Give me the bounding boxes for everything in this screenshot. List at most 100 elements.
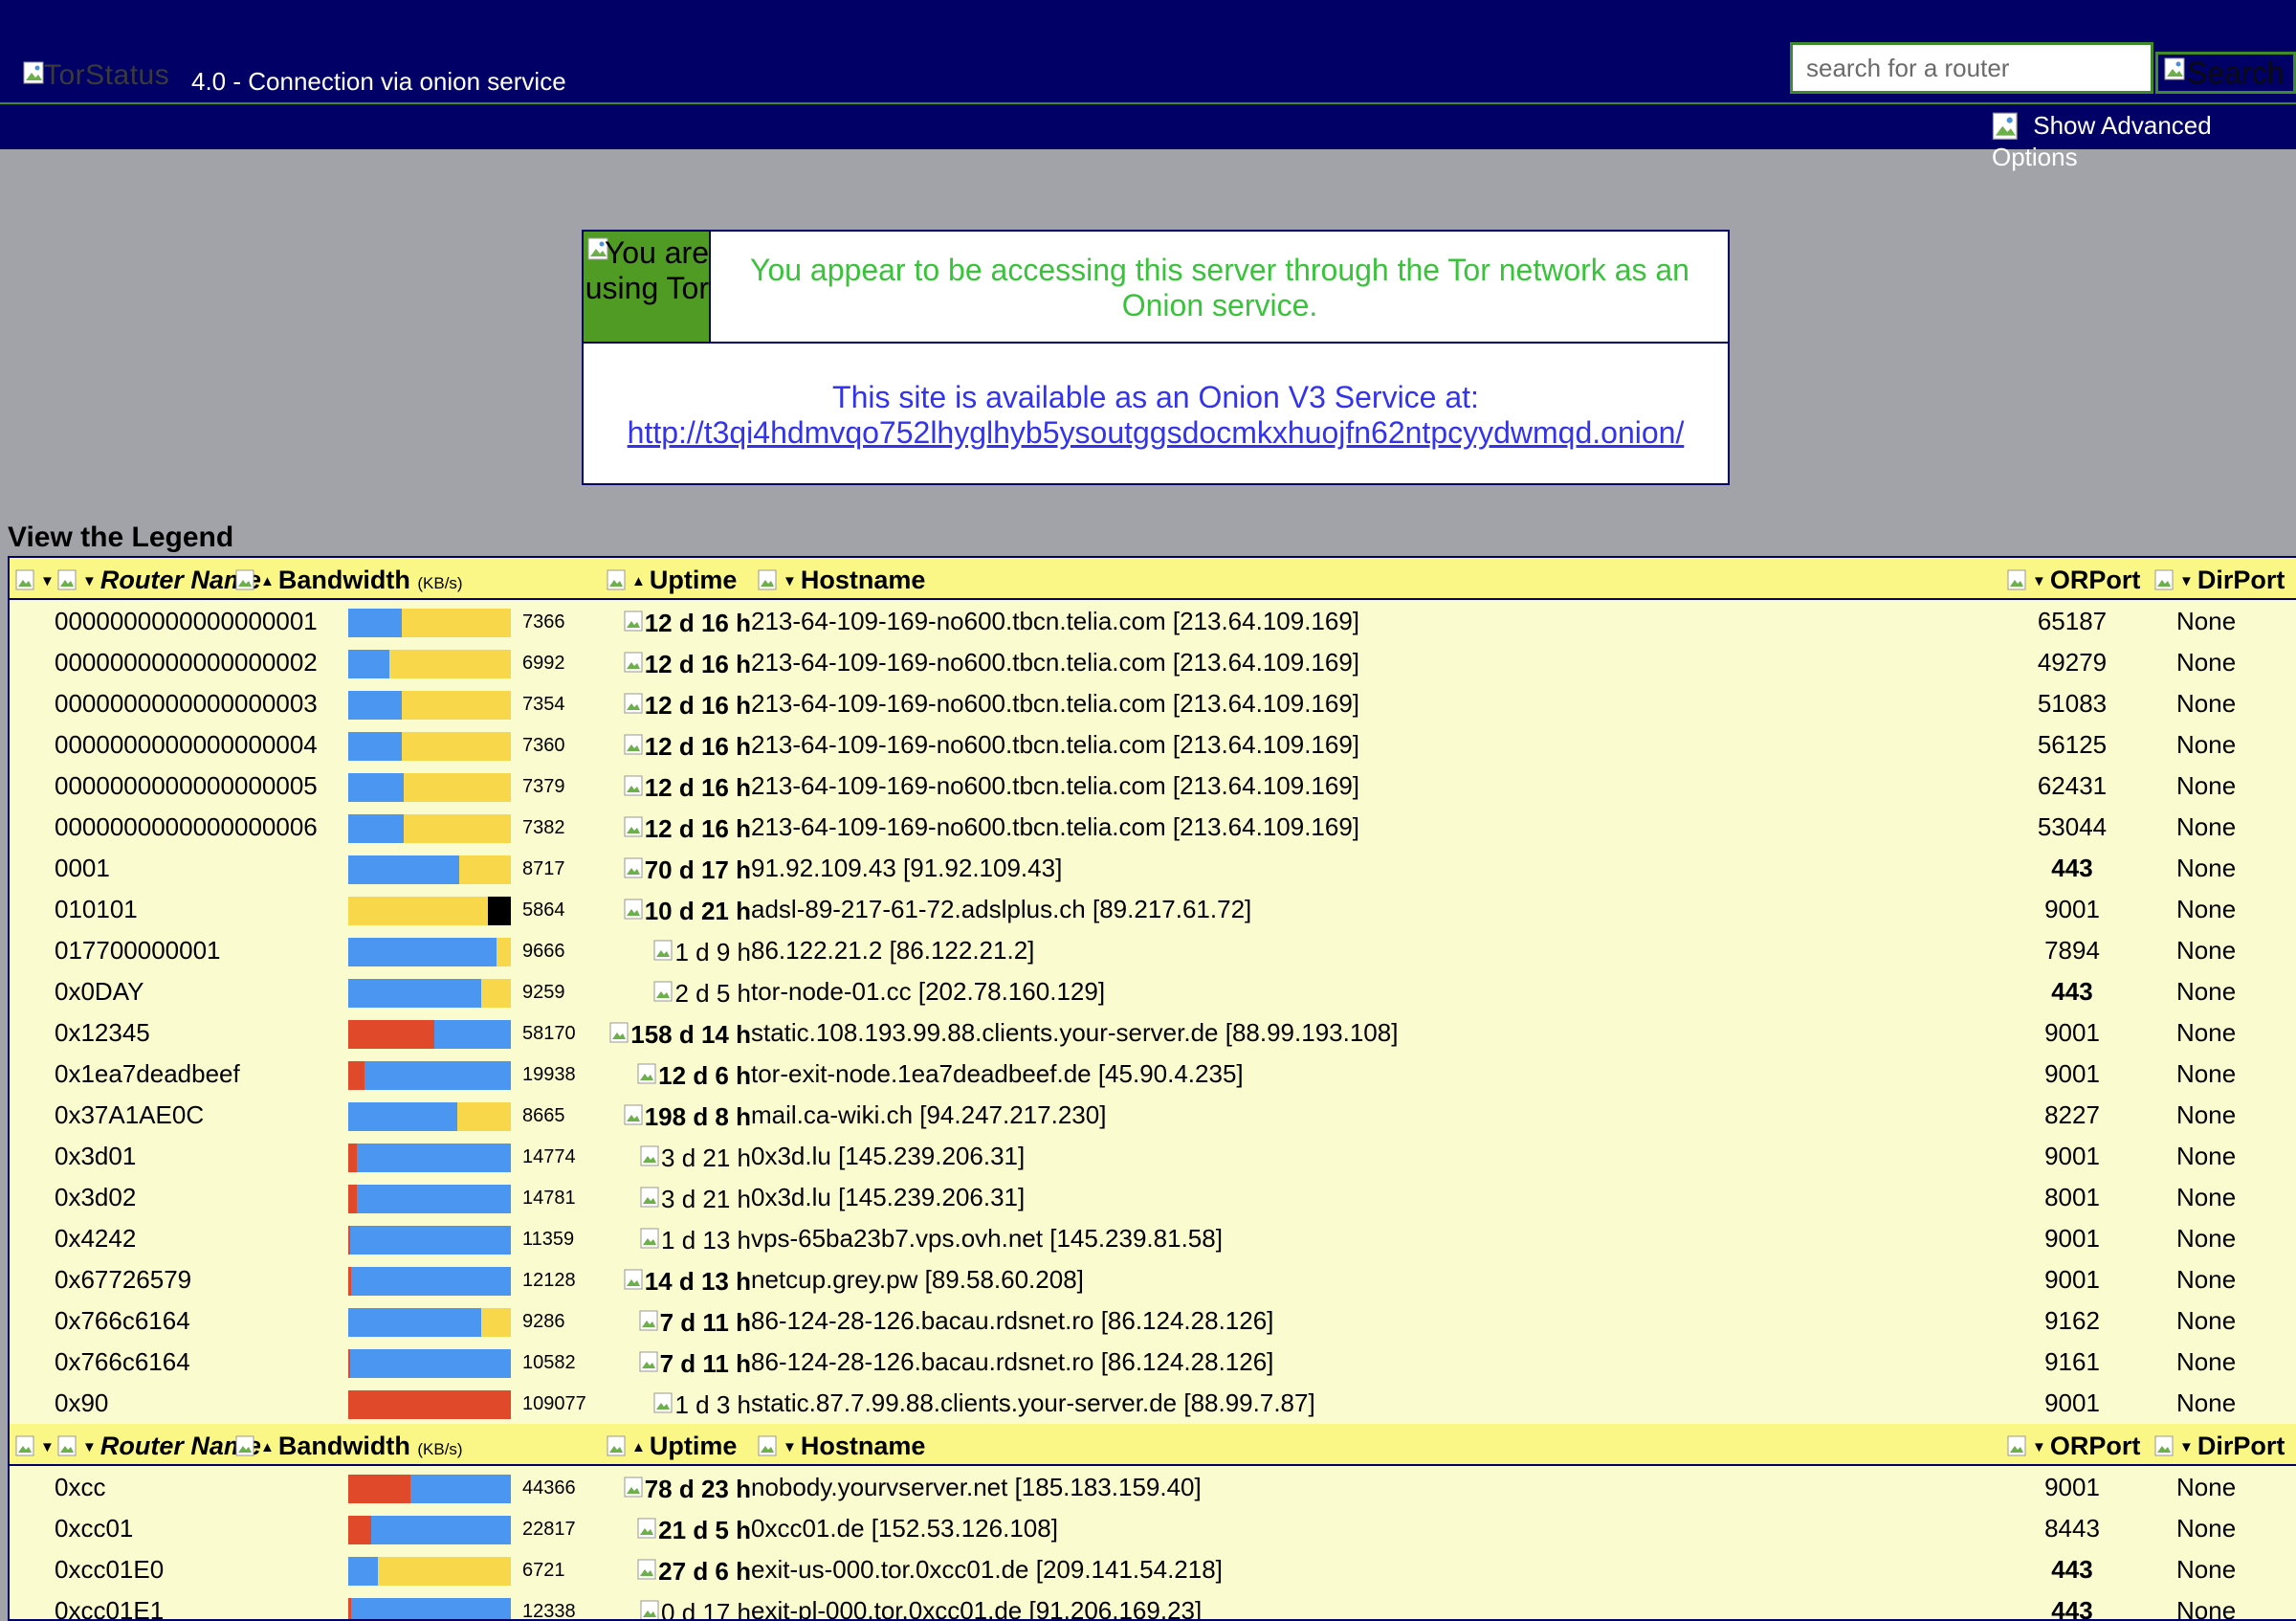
router-row: 0x3d01 14774 3 d 21 h 0x3d.lu [145.239.2… [10, 1135, 2296, 1176]
router-name-link[interactable]: 0x766c6164 [55, 1306, 190, 1336]
hostname-header[interactable]: ▼ Hostname [758, 566, 925, 595]
hostname-value: tor-node-01.cc [202.78.160.129] [751, 977, 1106, 1006]
site-tagline: 4.0 - Connection via onion service [191, 67, 566, 96]
uptime-cell: 12 d 16 h [624, 732, 751, 762]
hostname-header[interactable]: ▼ Hostname [758, 1432, 925, 1461]
dirport-value: None [2176, 936, 2237, 965]
search-button[interactable]: Search [2155, 52, 2296, 94]
router-name-link[interactable]: 0000000000000000001 [55, 607, 318, 636]
dirport-value: None [2176, 812, 2237, 841]
router-name-link[interactable]: 0xcc [55, 1473, 105, 1502]
bandwidth-header[interactable]: ▲ Bandwidth (KB/s) [235, 1432, 463, 1461]
orport-header[interactable]: ▼ ORPort [2007, 566, 2140, 595]
bar-segment-blue [348, 609, 403, 637]
router-search-input[interactable] [1790, 42, 2153, 94]
tor-icon-alt-text: You are using Tor [585, 235, 709, 305]
router-name-link[interactable]: 0x67726579 [55, 1265, 191, 1295]
dirport-value: None [2176, 771, 2237, 800]
uptime-header[interactable]: ▲ Uptime [607, 566, 737, 595]
orport-header[interactable]: ▼ ORPort [2007, 1432, 2140, 1461]
torstatus-logo[interactable]: TorStatus [23, 59, 169, 98]
broken-image-icon [2164, 57, 2185, 80]
router-name-link[interactable]: 0x90 [55, 1388, 108, 1418]
router-row: 0x37A1AE0C 8665 198 d 8 h mail.ca-wiki.c… [10, 1094, 2296, 1135]
hostname-value: static.87.7.99.88.clients.your-server.de… [751, 1388, 1315, 1417]
bar-segment-blue [348, 1102, 457, 1131]
router-name-link[interactable]: 0x0DAY [55, 977, 144, 1007]
bar-segment-blue [348, 773, 404, 802]
bar-segment-yellow [481, 1308, 511, 1337]
hostname-value: netcup.grey.pw [89.58.60.208] [751, 1265, 1084, 1294]
hostname-value: 86-124-28-126.bacau.rdsnet.ro [86.124.28… [751, 1306, 1274, 1335]
bar-segment-yellow [456, 1102, 511, 1131]
dirport-value: None [2176, 895, 2237, 923]
bar-segment-blue [364, 1061, 511, 1090]
router-name-link[interactable]: 0xcc01E1 [55, 1596, 164, 1619]
bar-segment-yellow [348, 897, 489, 925]
router-name-link[interactable]: 0001 [55, 854, 110, 883]
bandwidth-value: 11359 [522, 1229, 575, 1250]
dirport-header[interactable]: ▼ DirPort [2154, 1432, 2285, 1461]
router-row: 0xcc01E1 12338 0 d 17 h exit-pl-000.tor.… [10, 1589, 2296, 1619]
onion-url-link[interactable]: http://t3qi4hdmvqo752lhyglhyb5ysoutggsdo… [628, 415, 1685, 450]
bandwidth-value: 5864 [522, 899, 565, 921]
bandwidth-value: 19938 [522, 1064, 576, 1085]
router-name-header[interactable]: ▼ Router Name [57, 566, 261, 595]
dirport-value: None [2176, 1555, 2237, 1584]
uptime-status-icon [624, 1477, 643, 1498]
dirport-value: None [2176, 1142, 2237, 1170]
uptime-cell: 7 d 11 h [639, 1308, 751, 1338]
router-row: 0x766c6164 9286 7 d 11 h 86-124-28-126.b… [10, 1299, 2296, 1341]
router-name-link[interactable]: 0x766c6164 [55, 1347, 190, 1377]
view-legend-link[interactable]: View the Legend [8, 522, 233, 554]
router-name-link[interactable]: 0000000000000000005 [55, 771, 318, 801]
sort-icon [2154, 569, 2174, 590]
router-name-link[interactable]: 0xcc01E0 [55, 1555, 164, 1585]
router-name-link[interactable]: 0x1ea7deadbeef [55, 1059, 240, 1089]
dirport-value: None [2176, 854, 2237, 882]
router-name-link[interactable]: 0000000000000000004 [55, 730, 318, 760]
show-advanced-options-link[interactable]: Show Advanced Options [1992, 111, 2296, 172]
router-name-link[interactable]: 0000000000000000002 [55, 648, 318, 677]
bandwidth-value: 6992 [522, 653, 565, 674]
bandwidth-bar [348, 814, 511, 843]
router-name-link[interactable]: 0x3d01 [55, 1142, 136, 1171]
flag-sort-control[interactable]: ▼ [15, 566, 58, 595]
uptime-status-icon [640, 1145, 659, 1166]
bandwidth-bar [348, 1226, 511, 1255]
dirport-value: None [2176, 1265, 2237, 1294]
bandwidth-header[interactable]: ▲ Bandwidth (KB/s) [235, 566, 463, 595]
sort-icon [758, 569, 777, 590]
router-name-link[interactable]: 0x37A1AE0C [55, 1100, 204, 1130]
uptime-status-icon [624, 611, 643, 632]
router-name-link[interactable]: 0000000000000000006 [55, 812, 318, 842]
router-name-link[interactable]: 0x12345 [55, 1018, 150, 1048]
bandwidth-bar [348, 1557, 511, 1586]
dirport-header[interactable]: ▼ DirPort [2154, 566, 2285, 595]
sort-up-icon: ▲ [260, 573, 275, 589]
bandwidth-bar [348, 1185, 511, 1213]
orport-value: 49279 [2037, 648, 2108, 677]
router-row: 0x3d02 14781 3 d 21 h 0x3d.lu [145.239.2… [10, 1176, 2296, 1217]
bandwidth-unit: (KB/s) [417, 1440, 463, 1458]
router-name-link[interactable]: 0x3d02 [55, 1183, 136, 1212]
router-name-header[interactable]: ▼ Router Name [57, 1432, 261, 1461]
router-row: 010101 5864 10 d 21 h adsl-89-217-61-72.… [10, 888, 2296, 929]
uptime-header[interactable]: ▲ Uptime [607, 1432, 737, 1461]
bandwidth-bar [348, 1061, 511, 1090]
router-name-link[interactable]: 0x4242 [55, 1224, 136, 1254]
dirport-value: None [2176, 977, 2237, 1006]
router-row: 0000000000000000005 7379 12 d 16 h 213-6… [10, 765, 2296, 806]
hostname-value: 0x3d.lu [145.239.206.31] [751, 1183, 1026, 1211]
dirport-value: None [2176, 607, 2237, 635]
router-name-link[interactable]: 0xcc01 [55, 1514, 133, 1543]
uptime-status-icon [637, 1518, 656, 1539]
bandwidth-value: 22817 [522, 1519, 576, 1540]
uptime-cell: 1 d 13 h [640, 1226, 751, 1255]
router-name-link[interactable]: 010101 [55, 895, 138, 924]
router-name-link[interactable]: 017700000001 [55, 936, 221, 966]
uptime-value: 1 d 13 h [661, 1226, 751, 1255]
sort-icon [235, 569, 254, 590]
flag-sort-control[interactable]: ▼ [15, 1432, 58, 1461]
router-name-link[interactable]: 0000000000000000003 [55, 689, 318, 719]
